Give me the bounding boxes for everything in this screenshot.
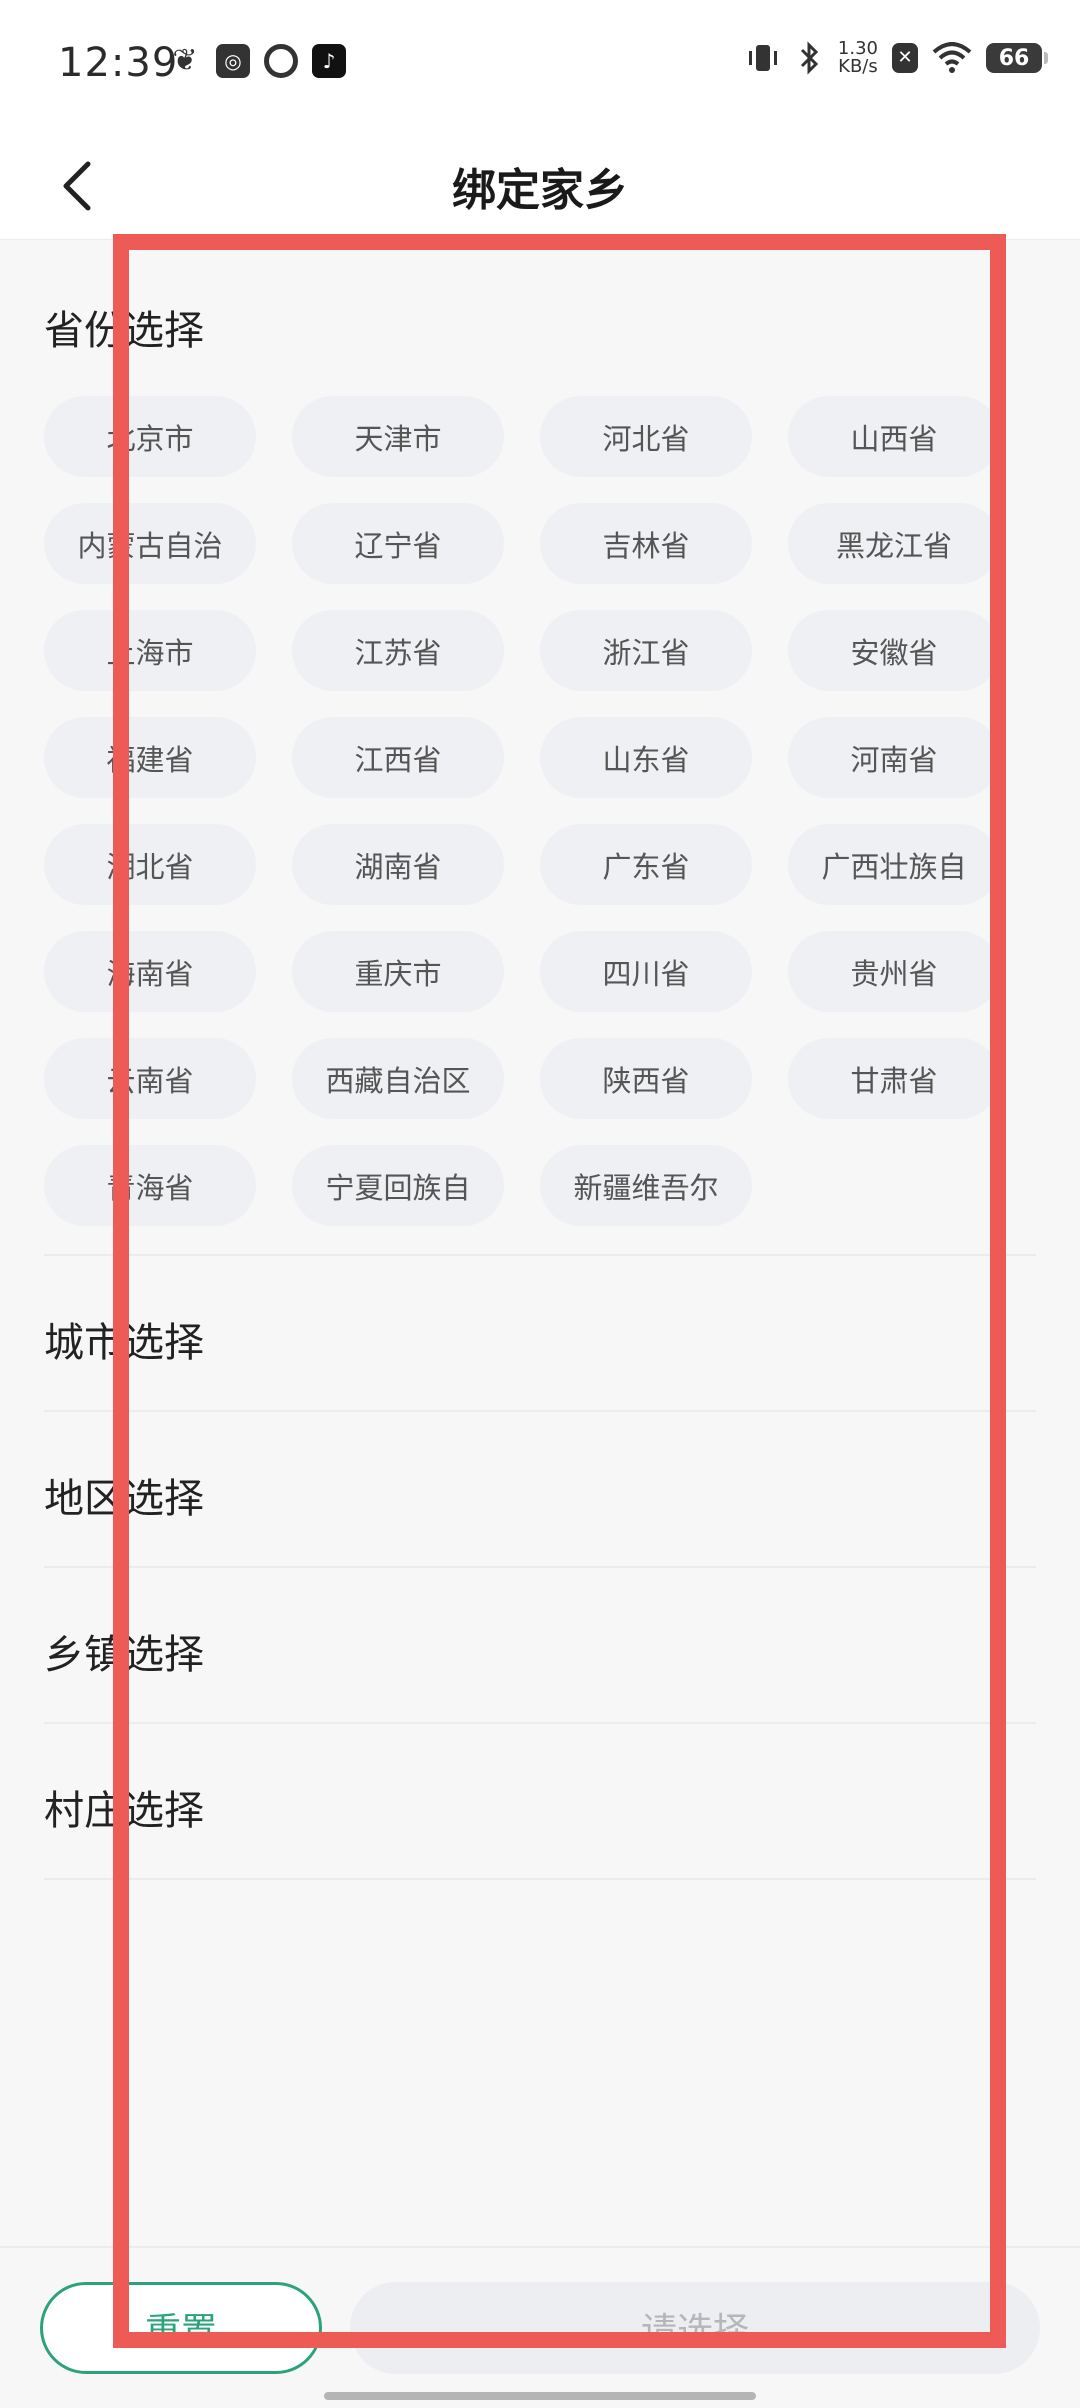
province-chip[interactable]: 贵州省 — [788, 931, 1000, 1012]
divider — [44, 1722, 1036, 1724]
sim-off-icon: ✕ — [892, 43, 918, 73]
province-chip[interactable]: 山西省 — [788, 396, 1000, 477]
vibrate-icon — [748, 45, 777, 71]
province-chip[interactable]: 宁夏回族自 — [292, 1145, 504, 1226]
province-chip[interactable]: 广西壮族自 — [788, 824, 1000, 905]
province-chip[interactable]: 云南省 — [44, 1038, 256, 1119]
camera-settings-icon: ◎ — [216, 44, 250, 78]
divider — [44, 1410, 1036, 1412]
province-chip[interactable]: 辽宁省 — [292, 503, 504, 584]
province-chip[interactable]: 海南省 — [44, 931, 256, 1012]
province-chip[interactable]: 西藏自治区 — [292, 1038, 504, 1119]
province-chip[interactable]: 福建省 — [44, 717, 256, 798]
page-title: 绑定家乡 — [452, 165, 628, 216]
province-chip[interactable]: 河南省 — [788, 717, 1000, 798]
province-chip[interactable]: 甘肃省 — [788, 1038, 1000, 1119]
status-time: 12:39 — [58, 40, 179, 86]
message-icon — [264, 44, 298, 78]
province-chip[interactable]: 黑龙江省 — [788, 503, 1000, 584]
province-chip-grid: 北京市 天津市 河北省 山西省 内蒙古自治 辽宁省 吉林省 黑龙江省 上海市 江… — [44, 396, 1044, 1226]
divider — [44, 1254, 1036, 1256]
bottom-action-bar: 重置 请选择 — [0, 2246, 1080, 2408]
city-select-row[interactable]: 城市选择 — [44, 1310, 204, 1368]
province-chip[interactable]: 新疆维吾尔 — [540, 1145, 752, 1226]
province-section-title: 省份选择 — [44, 308, 204, 354]
battery-indicator: 66 — [986, 43, 1048, 73]
bluetooth-icon — [800, 41, 819, 75]
province-chip[interactable]: 重庆市 — [292, 931, 504, 1012]
town-select-row[interactable]: 乡镇选择 — [44, 1622, 204, 1680]
status-right: 1.30 KB/s ✕ 66 — [746, 38, 1048, 77]
province-chip[interactable]: 湖南省 — [292, 824, 504, 905]
district-select-row[interactable]: 地区选择 — [44, 1466, 204, 1524]
province-chip[interactable]: 陕西省 — [540, 1038, 752, 1119]
tiktok-icon: ♪ — [312, 44, 346, 78]
province-chip[interactable]: 四川省 — [540, 931, 752, 1012]
province-chip[interactable]: 江西省 — [292, 717, 504, 798]
reset-button[interactable]: 重置 — [40, 2282, 322, 2374]
province-chip[interactable]: 内蒙古自治 — [44, 503, 256, 584]
status-app-icons: ❦ ◎ ♪ — [168, 44, 346, 78]
network-speed: 1.30 KB/s — [837, 38, 878, 77]
header: 绑定家乡 — [0, 128, 1080, 240]
status-bar: 12:39 ❦ ◎ ♪ 1.30 KB/s ✕ 66 — [0, 0, 1080, 128]
divider — [44, 1566, 1036, 1568]
divider — [44, 1878, 1036, 1880]
province-chip[interactable]: 天津市 — [292, 396, 504, 477]
province-chip[interactable]: 北京市 — [44, 396, 256, 477]
feather-icon: ❦ — [172, 43, 198, 78]
province-chip[interactable]: 江苏省 — [292, 610, 504, 691]
province-chip[interactable]: 吉林省 — [540, 503, 752, 584]
wifi-icon — [932, 42, 972, 73]
province-chip[interactable]: 山东省 — [540, 717, 752, 798]
village-select-row[interactable]: 村庄选择 — [44, 1778, 204, 1836]
confirm-button[interactable]: 请选择 — [350, 2282, 1040, 2374]
province-chip[interactable]: 广东省 — [540, 824, 752, 905]
province-chip[interactable]: 安徽省 — [788, 610, 1000, 691]
province-chip[interactable]: 青海省 — [44, 1145, 256, 1226]
province-chip[interactable]: 浙江省 — [540, 610, 752, 691]
province-chip[interactable]: 湖北省 — [44, 824, 256, 905]
home-indicator[interactable] — [324, 2392, 756, 2400]
province-chip[interactable]: 上海市 — [44, 610, 256, 691]
province-chip[interactable]: 河北省 — [540, 396, 752, 477]
